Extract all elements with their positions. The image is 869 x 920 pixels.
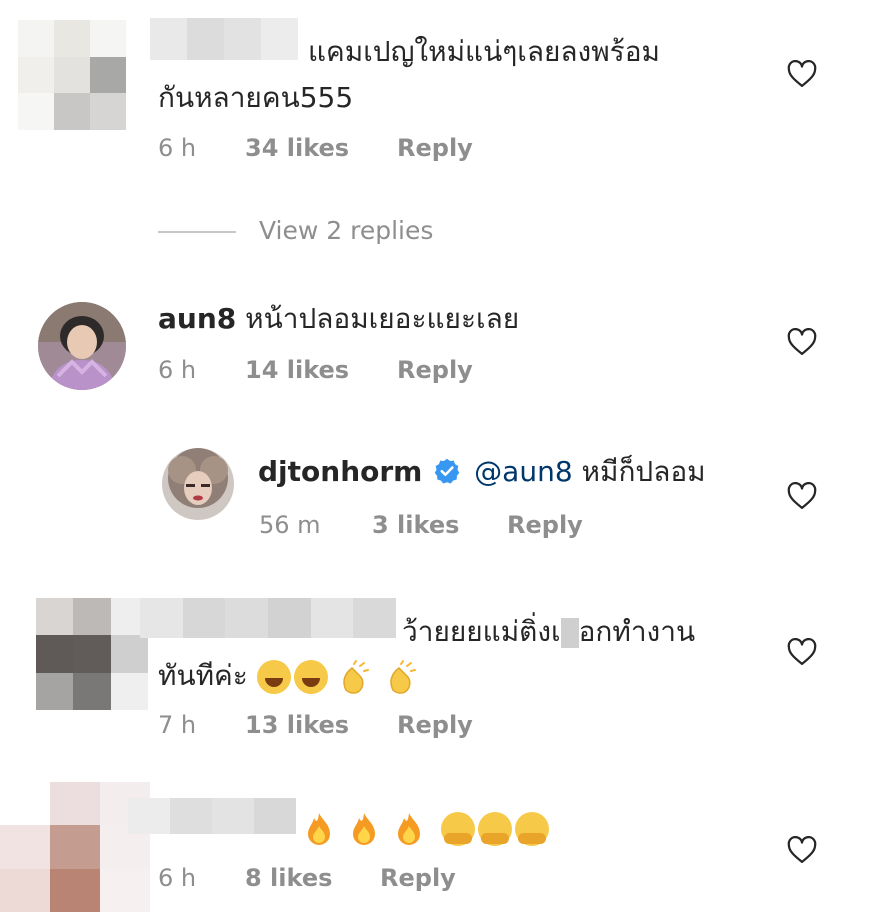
comment-text-line1: แคมเปญใหม่แน่ๆเลยลงพร้อม (308, 35, 660, 68)
likes-count-button[interactable]: 34 likes (245, 134, 349, 162)
comment-time: 56 m (259, 511, 321, 539)
reply-label: Reply (397, 134, 473, 162)
comment-emojis (306, 806, 552, 850)
comment-time: 6 h (158, 134, 197, 162)
fire-emoji-icon (397, 813, 420, 845)
likes-count: 8 likes (245, 864, 333, 892)
heart-outline-icon[interactable] (787, 60, 817, 88)
hugging-face-emoji-icon (440, 812, 475, 846)
reply-body: หมีก็ปลอม (581, 455, 706, 488)
reply-label: Reply (397, 711, 473, 739)
reply-label: Reply (507, 511, 583, 539)
laughing-tears-emoji-icon (293, 660, 328, 694)
likes-count-button[interactable]: 8 likes (245, 864, 332, 892)
reply-button[interactable]: Reply (380, 864, 456, 892)
heart-outline-icon[interactable] (787, 638, 817, 666)
comment-body: หน้าปลอมเยอะแยะเลย (245, 302, 520, 335)
clapping-hands-emoji-icon (389, 660, 416, 694)
comment-time: 6 h (158, 356, 197, 384)
reply-button[interactable]: Reply (397, 711, 473, 739)
username-djtonhorm[interactable]: djtonhorm (258, 455, 422, 488)
avatar-djtonhorm[interactable] (162, 448, 234, 520)
view-replies-button[interactable]: View 2 replies (259, 216, 433, 245)
likes-count: 14 likes (245, 356, 350, 384)
fire-emoji-icon (308, 813, 330, 845)
likes-count: 13 likes (245, 711, 350, 739)
clapping-hands-emoji-icon (342, 660, 369, 694)
likes-count-button[interactable]: 13 likes (245, 711, 349, 739)
view-replies-divider (158, 231, 236, 233)
reply-button[interactable]: Reply (397, 356, 473, 384)
laughing-tears-emoji-icon (256, 660, 291, 694)
comment-text-part-a: ว้ายยยแม่ติ่งเ (402, 615, 561, 648)
username-aun8[interactable]: aun8 (158, 302, 236, 335)
hugging-face-emoji-icon (477, 812, 512, 846)
heart-outline-icon[interactable] (787, 328, 817, 356)
heart-outline-icon[interactable] (787, 836, 817, 864)
reply-label: Reply (397, 356, 473, 384)
comment-text-line1: ว้ายยยแม่ติ่งเ อกทำงาน (402, 610, 695, 654)
comment-time: 6 h (158, 864, 197, 892)
likes-count: 3 likes (372, 511, 460, 539)
comment-text-part-b: อกทำงาน (578, 615, 696, 648)
username-blurred[interactable] (150, 18, 298, 60)
reply-button[interactable]: Reply (397, 134, 473, 162)
comment-text-line2: ทันทีค่ะ (158, 654, 425, 698)
heart-outline-icon[interactable] (787, 482, 817, 510)
likes-count-button[interactable]: 3 likes (372, 511, 459, 539)
avatar-aun8[interactable] (38, 302, 126, 390)
mention-link[interactable]: @aun8 (474, 455, 572, 488)
avatar-blurred[interactable] (36, 598, 148, 710)
fire-emoji-icon (352, 813, 375, 845)
reply-text: djtonhorm @aun8 หมีก็ปลอม (258, 450, 706, 494)
comment-text-line2: กันหลายคน555 (158, 81, 354, 114)
avatar-blurred[interactable] (18, 20, 126, 130)
comment-time: 7 h (158, 711, 197, 739)
reply-label: Reply (380, 864, 456, 892)
username-blurred[interactable] (140, 598, 397, 638)
username-blurred[interactable] (128, 798, 296, 834)
hugging-face-emoji-icon (514, 812, 549, 846)
comment-text: aun8 หน้าปลอมเยอะแยะเลย (158, 297, 519, 341)
censor-block (560, 618, 579, 648)
verified-badge-icon (435, 458, 460, 484)
likes-count: 34 likes (245, 134, 350, 162)
reply-button[interactable]: Reply (507, 511, 583, 539)
comment-text-words: ทันทีค่ะ (158, 659, 248, 692)
likes-count-button[interactable]: 14 likes (245, 356, 349, 384)
